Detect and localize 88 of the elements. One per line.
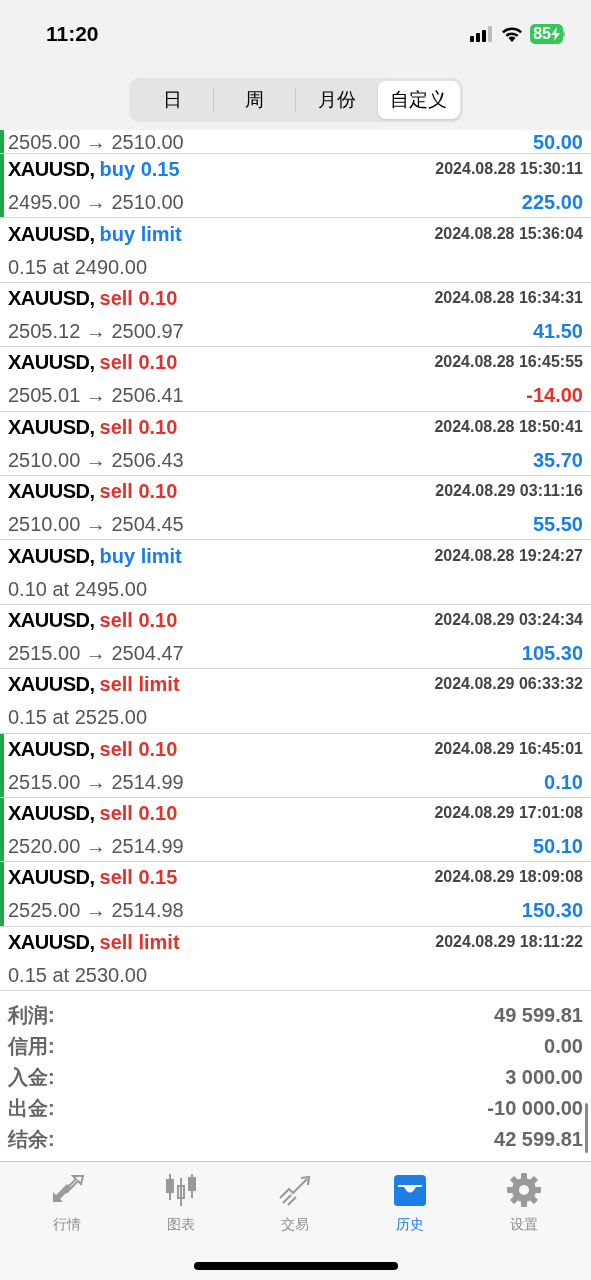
order-time: 2024.08.28 18:50:41 <box>434 416 583 437</box>
signal-icon <box>470 26 495 42</box>
battery-icon: 85 <box>530 24 565 44</box>
symbol-label: XAUUSD, <box>8 543 95 569</box>
scrollbar <box>585 1103 588 1154</box>
order-type: sell 0.10 <box>99 607 178 633</box>
summary-value: -10 000.00 <box>487 1095 583 1121</box>
settings-icon <box>504 1172 543 1209</box>
profit-value: 0.10 <box>544 769 583 795</box>
price-range: 2510.00 → 2504.45 <box>8 512 184 538</box>
order-time: 2024.08.28 15:36:04 <box>434 223 583 244</box>
profit-value: 55.50 <box>532 512 583 538</box>
order-type: sell 0.15 <box>99 865 178 891</box>
segment-tab[interactable]: 周 <box>213 81 295 119</box>
order-time: 2024.08.29 18:09:08 <box>434 867 583 888</box>
order-type: sell 0.10 <box>99 736 178 762</box>
tab-bar-item[interactable]: 图表 <box>141 1172 222 1236</box>
symbol-label: XAUUSD, <box>8 672 95 698</box>
status-time: 11:20 <box>46 21 99 48</box>
profit-value: 35.70 <box>532 447 583 473</box>
profit-value: 225.00 <box>521 190 583 216</box>
price-range: 0.10 at 2495.00 <box>8 576 147 602</box>
order-type: sell 0.10 <box>99 479 178 505</box>
summary-value: 0.00 <box>544 1033 583 1059</box>
price-range: 0.15 at 2525.00 <box>8 705 147 731</box>
symbol-label: XAUUSD, <box>8 801 95 827</box>
tab-bar-item[interactable]: 交易 <box>255 1172 336 1236</box>
order-type: buy limit <box>99 543 182 569</box>
order-time: 2024.08.28 16:45:55 <box>434 352 583 373</box>
symbol-label: XAUUSD, <box>8 157 95 183</box>
summary-label: 出金: <box>8 1095 55 1121</box>
profit-value: 50.00 <box>532 132 583 152</box>
segment-tab[interactable]: 自定义 <box>378 81 460 119</box>
symbol-label: XAUUSD, <box>8 285 95 311</box>
summary-value: 49 599.81 <box>494 1002 583 1028</box>
price-range: 2505.00 → 2510.00 <box>8 132 184 152</box>
order-time: 2024.08.28 19:24:27 <box>434 545 583 566</box>
order-type: sell 0.10 <box>99 285 178 311</box>
price-range: 2495.00 → 2510.00 <box>8 190 184 216</box>
profit-value: 150.30 <box>521 898 583 924</box>
order-time: 2024.08.28 15:30:11 <box>435 159 583 180</box>
profit-value: 105.30 <box>521 640 583 666</box>
price-range: 2510.00 → 2506.43 <box>8 447 184 473</box>
price-range: 2505.12 → 2500.97 <box>8 318 184 344</box>
segment-tab[interactable]: 日 <box>131 81 213 119</box>
price-range: 2520.00 → 2514.99 <box>8 834 184 860</box>
symbol-label: XAUUSD, <box>8 414 95 440</box>
order-time: 2024.08.29 03:24:34 <box>434 609 583 630</box>
price-range: 2525.00 → 2514.98 <box>8 898 184 924</box>
price-range: 2505.01 → 2506.41 <box>8 383 184 409</box>
price-range: 0.15 at 2490.00 <box>8 254 147 280</box>
price-range: 2515.00 → 2504.47 <box>8 640 184 666</box>
order-time: 2024.08.29 03:11:16 <box>435 481 583 502</box>
segment-tab[interactable]: 月份 <box>296 81 378 119</box>
order-type: sell 0.10 <box>99 801 178 827</box>
tab-bar-item[interactable]: 历史 <box>369 1172 450 1236</box>
tab-bar-item[interactable]: 行情 <box>27 1172 108 1236</box>
symbol-label: XAUUSD, <box>8 350 95 376</box>
summary-value: 42 599.81 <box>494 1126 583 1152</box>
order-type: buy limit <box>99 221 182 247</box>
symbol-label: XAUUSD, <box>8 479 95 505</box>
order-type: sell limit <box>99 672 180 698</box>
order-type: sell 0.10 <box>99 414 178 440</box>
profit-value: 50.10 <box>532 834 583 860</box>
price-range: 2515.00 → 2514.99 <box>8 769 184 795</box>
order-time: 2024.08.29 18:11:22 <box>435 931 583 952</box>
summary-label: 利润: <box>8 1002 55 1028</box>
order-time: 2024.08.29 17:01:08 <box>434 803 583 824</box>
symbol-label: XAUUSD, <box>8 736 95 762</box>
order-type: buy 0.15 <box>99 157 180 183</box>
summary-label: 入金: <box>8 1064 55 1090</box>
order-time: 2024.08.29 16:45:01 <box>434 738 583 759</box>
profit-value: 41.50 <box>532 318 583 344</box>
order-type: sell limit <box>99 929 180 955</box>
summary-label: 信用: <box>8 1033 55 1059</box>
symbol-label: XAUUSD, <box>8 865 95 891</box>
order-type: sell 0.10 <box>99 350 178 376</box>
symbol-label: XAUUSD, <box>8 929 95 955</box>
price-range: 0.15 at 2530.00 <box>8 962 147 988</box>
symbol-label: XAUUSD, <box>8 221 95 247</box>
wifi-icon <box>501 26 524 42</box>
tab-bar-item[interactable]: 设置 <box>483 1172 564 1236</box>
summary-label: 结余: <box>8 1126 55 1152</box>
order-time: 2024.08.29 06:33:32 <box>434 674 583 695</box>
profit-value: -14.00 <box>526 383 583 409</box>
summary-value: 3 000.00 <box>505 1064 583 1090</box>
symbol-label: XAUUSD, <box>8 607 95 633</box>
order-time: 2024.08.28 16:34:31 <box>434 287 583 308</box>
